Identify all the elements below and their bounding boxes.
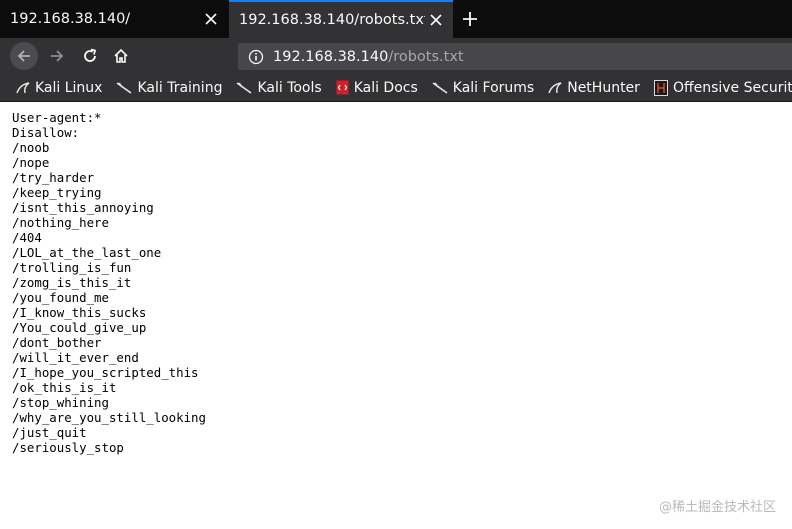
close-icon[interactable]: [200, 8, 222, 30]
bookmark-kali-docs[interactable]: Kali Docs: [336, 80, 418, 96]
home-icon: [114, 48, 128, 63]
text-line: /will_it_ever_end: [12, 350, 139, 365]
bookmark-label: Kali Tools: [257, 79, 322, 96]
bookmark-kali-forums[interactable]: Kali Forums: [432, 80, 534, 96]
watermark: @稀土掘金技术社区: [658, 500, 776, 515]
back-button[interactable]: [10, 42, 38, 70]
bookmark-label: Kali Training: [137, 79, 223, 96]
text-line: User-agent:*: [12, 110, 102, 125]
text-line: /You_could_give_up: [12, 320, 147, 335]
text-line: /trolling_is_fun: [12, 260, 132, 275]
text-line: /seriously_stop: [12, 440, 124, 455]
bookmark-label: Kali Docs: [353, 79, 418, 96]
text-line: /noob: [12, 140, 50, 155]
bookmark-offensive-security[interactable]: Offensive Security: [653, 79, 792, 96]
tab-title: 192.168.38.140/: [10, 11, 131, 27]
text-line: /I_know_this_sucks: [12, 305, 147, 320]
text-line: Disallow:: [12, 125, 80, 140]
text-line: /dont_bother: [12, 335, 102, 350]
reload-icon: [84, 48, 97, 62]
kali-dragon-icon: [117, 81, 132, 94]
text-line: /ok_this_is_it: [12, 380, 117, 395]
text-line: /LOL_at_the_last_one: [12, 245, 162, 260]
text-line: /nope: [12, 155, 50, 170]
bookmark-kali-linux[interactable]: Kali Linux: [16, 80, 102, 96]
plus-icon: [463, 12, 477, 26]
bookmarks-toolbar: Kali Linux Kali Training Kali Tools Kali…: [0, 74, 792, 102]
kali-docs-icon: [336, 80, 349, 95]
close-icon[interactable]: [425, 9, 447, 31]
text-line: /zomg_is_this_it: [12, 275, 132, 290]
kali-dragon-icon: [432, 81, 448, 94]
tab-robots[interactable]: 192.168.38.140/robots.txt: [229, 0, 453, 38]
home-button[interactable]: [107, 42, 135, 70]
bookmark-label: Kali Linux: [35, 79, 103, 96]
bookmark-kali-training[interactable]: Kali Training: [116, 80, 222, 96]
url-host: 192.168.38.140: [273, 48, 389, 65]
text-line: /you_found_me: [12, 290, 109, 305]
back-arrow-icon: [17, 50, 30, 62]
bookmark-label: Kali Forums: [452, 79, 535, 96]
offsec-icon: [653, 79, 668, 96]
kali-dragon-icon: [16, 81, 30, 93]
robots-txt-content: User-agent:* Disallow:/noob/nope/try_hard…: [12, 110, 206, 455]
text-line: /404: [12, 230, 42, 245]
text-line: /isnt_this_annoying: [12, 200, 154, 215]
url-path: /robots.txt: [388, 48, 464, 65]
text-line: /try_harder: [12, 170, 95, 185]
tab-title: 192.168.38.140/robots.txt: [239, 12, 425, 28]
reload-button[interactable]: [76, 42, 104, 70]
text-line: /I_hope_you_scripted_this: [12, 365, 199, 380]
text-line: /keep_trying: [12, 185, 102, 200]
text-line: /just_quit: [12, 425, 87, 440]
tab-strip: 192.168.38.140/ 192.168.38.140/robots.tx…: [0, 0, 792, 38]
kali-dragon-icon: [236, 81, 252, 94]
kali-dragon-icon: [548, 81, 562, 93]
info-icon[interactable]: [248, 49, 264, 65]
bookmark-label: Offensive Security: [672, 79, 792, 96]
new-tab-button[interactable]: [458, 7, 482, 31]
bookmark-kali-tools[interactable]: Kali Tools: [236, 79, 322, 96]
url-bar[interactable]: 192.168.38.140/robots.txt: [238, 43, 792, 70]
navigation-toolbar: 192.168.38.140/robots.txt: [0, 38, 792, 74]
forward-arrow-icon: [51, 50, 64, 62]
bookmark-label: NetHunter: [567, 79, 640, 96]
bookmark-nethunter[interactable]: NetHunter: [548, 80, 640, 96]
text-line: /why_are_you_still_looking: [12, 410, 206, 425]
text-line: /stop_whining: [12, 395, 109, 410]
tab-home[interactable]: 192.168.38.140/: [0, 0, 228, 38]
text-line: /nothing_here: [12, 215, 109, 230]
forward-button[interactable]: [43, 42, 71, 70]
